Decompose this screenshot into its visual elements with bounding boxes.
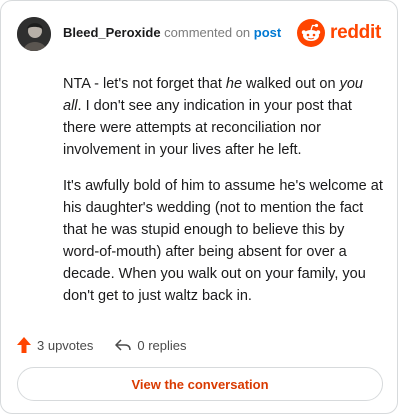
comment-embed-card: Bleed_Peroxide commented on post reddit … (0, 0, 398, 414)
upvote-arrow-icon (17, 337, 31, 353)
comment-paragraph-1: NTA - let's not forget that he walked ou… (63, 73, 383, 161)
avatar[interactable] (17, 17, 51, 51)
text-segment: walked out on (242, 76, 340, 92)
reddit-logo[interactable]: reddit (297, 17, 381, 49)
reddit-wordmark: reddit (330, 22, 381, 43)
post-link[interactable]: post (254, 25, 281, 40)
comment-body: NTA - let's not forget that he walked ou… (63, 73, 383, 321)
text-segment: NTA - let's not forget that (63, 76, 226, 92)
emphasis-he: he (225, 76, 243, 92)
reply-count: 0 replies (137, 337, 187, 353)
reddit-snoo-icon (297, 19, 326, 47)
user-avatar-icon (17, 17, 51, 51)
username[interactable]: Bleed_Peroxide (63, 25, 161, 40)
view-conversation-button[interactable]: View the conversation (17, 367, 383, 401)
comment-footer: 3 upvotes 0 replies (17, 335, 209, 355)
commented-on-label: commented on (164, 25, 251, 40)
comment-header: Bleed_Peroxide commented on post reddit (17, 17, 381, 51)
comment-meta: Bleed_Peroxide commented on post (63, 25, 281, 40)
upvote-count: 3 upvotes (37, 337, 94, 353)
replies[interactable]: 0 replies (115, 337, 187, 353)
reply-arrow-icon (115, 339, 132, 351)
upvotes[interactable]: 3 upvotes (17, 337, 93, 353)
comment-paragraph-2: It's awfully bold of him to assume he's … (63, 178, 383, 304)
text-segment: . I don't see any indication in your pos… (63, 98, 352, 158)
